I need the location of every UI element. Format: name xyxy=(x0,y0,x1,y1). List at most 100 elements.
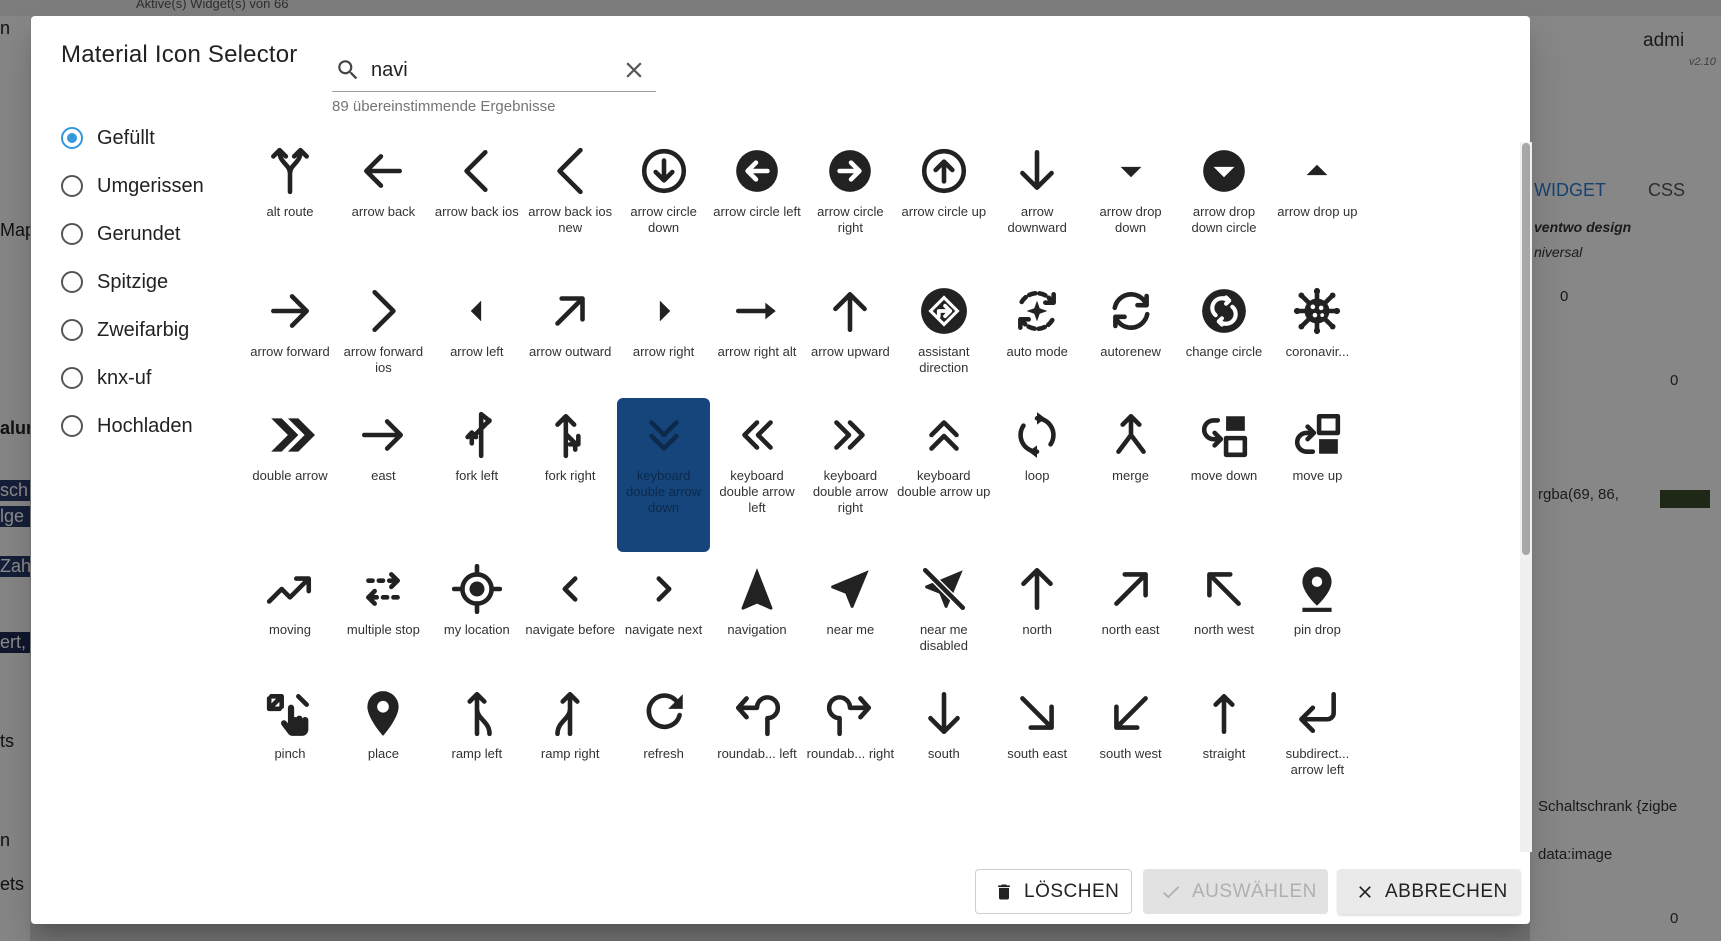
loop-tile[interactable]: loop xyxy=(986,410,1088,484)
arrow-drop-down-circle-tile[interactable]: arrow drop down circle xyxy=(1173,146,1275,236)
auto-mode-tile[interactable]: auto mode xyxy=(986,286,1088,360)
change-circle-tile[interactable]: change circle xyxy=(1173,286,1275,360)
icon-label: my location xyxy=(443,622,510,637)
radio-button[interactable] xyxy=(61,271,83,293)
select-button[interactable]: AUSWÄHLEN xyxy=(1143,869,1328,914)
navigation-tile[interactable]: navigation xyxy=(706,564,808,638)
arrow-forward-tile[interactable]: arrow forward xyxy=(242,286,341,360)
arrow-circle-up-tile[interactable]: arrow circle up xyxy=(893,146,995,220)
navigate-before-tile[interactable]: navigate before xyxy=(519,564,621,638)
radio-button[interactable] xyxy=(61,175,83,197)
moving-icon xyxy=(266,576,312,604)
keyboard-double-arrow-left-tile[interactable]: keyboard double arrow left xyxy=(706,410,808,516)
near-me-tile[interactable]: near me xyxy=(799,564,901,638)
east-tile[interactable]: east xyxy=(332,410,434,484)
pinch-tile[interactable]: pinch xyxy=(242,688,341,762)
arrow-back-ios-new-tile[interactable]: arrow back ios new xyxy=(519,146,621,236)
move-down-icon xyxy=(1201,416,1248,458)
arrow-back-ios-tile[interactable]: arrow back ios xyxy=(426,146,528,220)
radio-filled[interactable]: Gefüllt xyxy=(61,121,155,155)
icon-label: roundab... left xyxy=(717,746,797,761)
icon-label: coronavir... xyxy=(1285,344,1350,359)
radio-button[interactable] xyxy=(61,415,83,437)
arrow-circle-right-tile[interactable]: arrow circle right xyxy=(799,146,901,236)
radio-label: Umgerissen xyxy=(97,174,204,197)
icon-label: ramp left xyxy=(451,746,503,761)
radio-outlined[interactable]: Umgerissen xyxy=(61,169,204,203)
icon-label: arrow outward xyxy=(529,344,612,359)
north-west-tile[interactable]: north west xyxy=(1173,564,1275,638)
coronavirus-tile[interactable]: coronavir... xyxy=(1266,286,1368,360)
roundabout-right-tile[interactable]: roundab... right xyxy=(799,688,901,762)
subdirectory-arrow-left-tile[interactable]: subdirect... arrow left xyxy=(1266,688,1368,778)
arrow-drop-up-tile[interactable]: arrow drop up xyxy=(1266,146,1368,220)
arrow-forward-ios-tile[interactable]: arrow forward ios xyxy=(332,286,434,376)
east-icon xyxy=(362,419,404,451)
delete-button[interactable]: LÖSCHEN xyxy=(975,869,1132,914)
radio-upload[interactable]: Hochladen xyxy=(61,409,193,443)
icon-label: fork right xyxy=(544,468,596,483)
keyboard-double-arrow-down-tile[interactable]: keyboard double arrow down xyxy=(617,398,711,552)
close-icon[interactable] xyxy=(621,57,647,83)
keyboard-double-arrow-right-tile[interactable]: keyboard double arrow right xyxy=(799,410,901,516)
keyboard-double-arrow-up-tile[interactable]: keyboard double arrow up xyxy=(893,410,995,500)
keyboard-double-arrow-down-icon xyxy=(648,420,679,451)
north-west-icon xyxy=(1207,572,1241,606)
icon-label: arrow downward xyxy=(1007,204,1067,235)
alt-route-tile[interactable]: alt route xyxy=(242,146,341,220)
arrow-upward-tile[interactable]: arrow upward xyxy=(799,286,901,360)
radio-rounded[interactable]: Gerundet xyxy=(61,217,180,251)
arrow-outward-tile[interactable]: arrow outward xyxy=(519,286,621,360)
near-me-disabled-tile[interactable]: near me disabled xyxy=(893,564,995,654)
double-arrow-tile[interactable]: double arrow xyxy=(242,410,341,484)
radio-two-tone[interactable]: Zweifarbig xyxy=(61,313,189,347)
check-icon xyxy=(1163,885,1180,898)
north-east-tile[interactable]: north east xyxy=(1080,564,1182,638)
arrow-back-tile[interactable]: arrow back xyxy=(332,146,434,220)
south-east-tile[interactable]: south east xyxy=(986,688,1088,762)
south-tile[interactable]: south xyxy=(893,688,995,762)
autorenew-tile[interactable]: autorenew xyxy=(1080,286,1182,360)
arrow-downward-tile[interactable]: arrow downward xyxy=(986,146,1088,236)
cancel-button[interactable]: ABBRECHEN xyxy=(1337,869,1521,914)
north-tile[interactable]: north xyxy=(986,564,1088,638)
move-up-tile[interactable]: move up xyxy=(1266,410,1368,484)
radio-button[interactable] xyxy=(61,319,83,341)
assistant-direction-tile[interactable]: assistant direction xyxy=(893,286,995,376)
fork-right-tile[interactable]: fork right xyxy=(519,410,621,484)
radio-button[interactable] xyxy=(61,223,83,245)
place-tile[interactable]: place xyxy=(332,688,434,762)
ramp-right-tile[interactable]: ramp right xyxy=(519,688,621,762)
fork-left-tile[interactable]: fork left xyxy=(426,410,528,484)
ramp-left-tile[interactable]: ramp left xyxy=(426,688,528,762)
merge-tile[interactable]: merge xyxy=(1080,410,1182,484)
radio-button[interactable] xyxy=(61,367,83,389)
refresh-tile[interactable]: refresh xyxy=(613,688,715,762)
radio-button[interactable] xyxy=(61,127,83,149)
arrow-circle-right-icon xyxy=(829,150,872,192)
radio-knx-uf[interactable]: knx-uf xyxy=(61,361,151,395)
search-input[interactable] xyxy=(371,56,611,84)
arrow-right-alt-tile[interactable]: arrow right alt xyxy=(706,286,808,360)
radio-label: Spitzige xyxy=(97,270,169,293)
subdirectory-arrow-left-icon xyxy=(1299,691,1337,733)
scrollbar-thumb[interactable] xyxy=(1522,143,1530,555)
arrow-circle-left-tile[interactable]: arrow circle left xyxy=(706,146,808,220)
arrow-drop-down-tile[interactable]: arrow drop down xyxy=(1080,146,1182,236)
straight-tile[interactable]: straight xyxy=(1173,688,1275,762)
navigate-next-tile[interactable]: navigate next xyxy=(613,564,715,638)
multiple-stop-tile[interactable]: multiple stop xyxy=(332,564,434,638)
icon-label: arrow forward xyxy=(250,344,330,359)
arrow-circle-down-tile[interactable]: arrow circle down xyxy=(613,146,715,236)
pin-drop-tile[interactable]: pin drop xyxy=(1266,564,1368,638)
arrow-left-tile[interactable]: arrow left xyxy=(426,286,528,360)
pin-drop-icon xyxy=(1302,567,1332,612)
move-down-tile[interactable]: move down xyxy=(1173,410,1275,484)
my-location-tile[interactable]: my location xyxy=(426,564,528,638)
arrow-right-tile[interactable]: arrow right xyxy=(613,286,715,360)
roundabout-left-tile[interactable]: roundab... left xyxy=(706,688,808,762)
south-west-tile[interactable]: south west xyxy=(1080,688,1182,762)
arrow-back-ios-icon xyxy=(464,149,488,193)
radio-sharp[interactable]: Spitzige xyxy=(61,265,168,299)
moving-tile[interactable]: moving xyxy=(242,564,341,638)
